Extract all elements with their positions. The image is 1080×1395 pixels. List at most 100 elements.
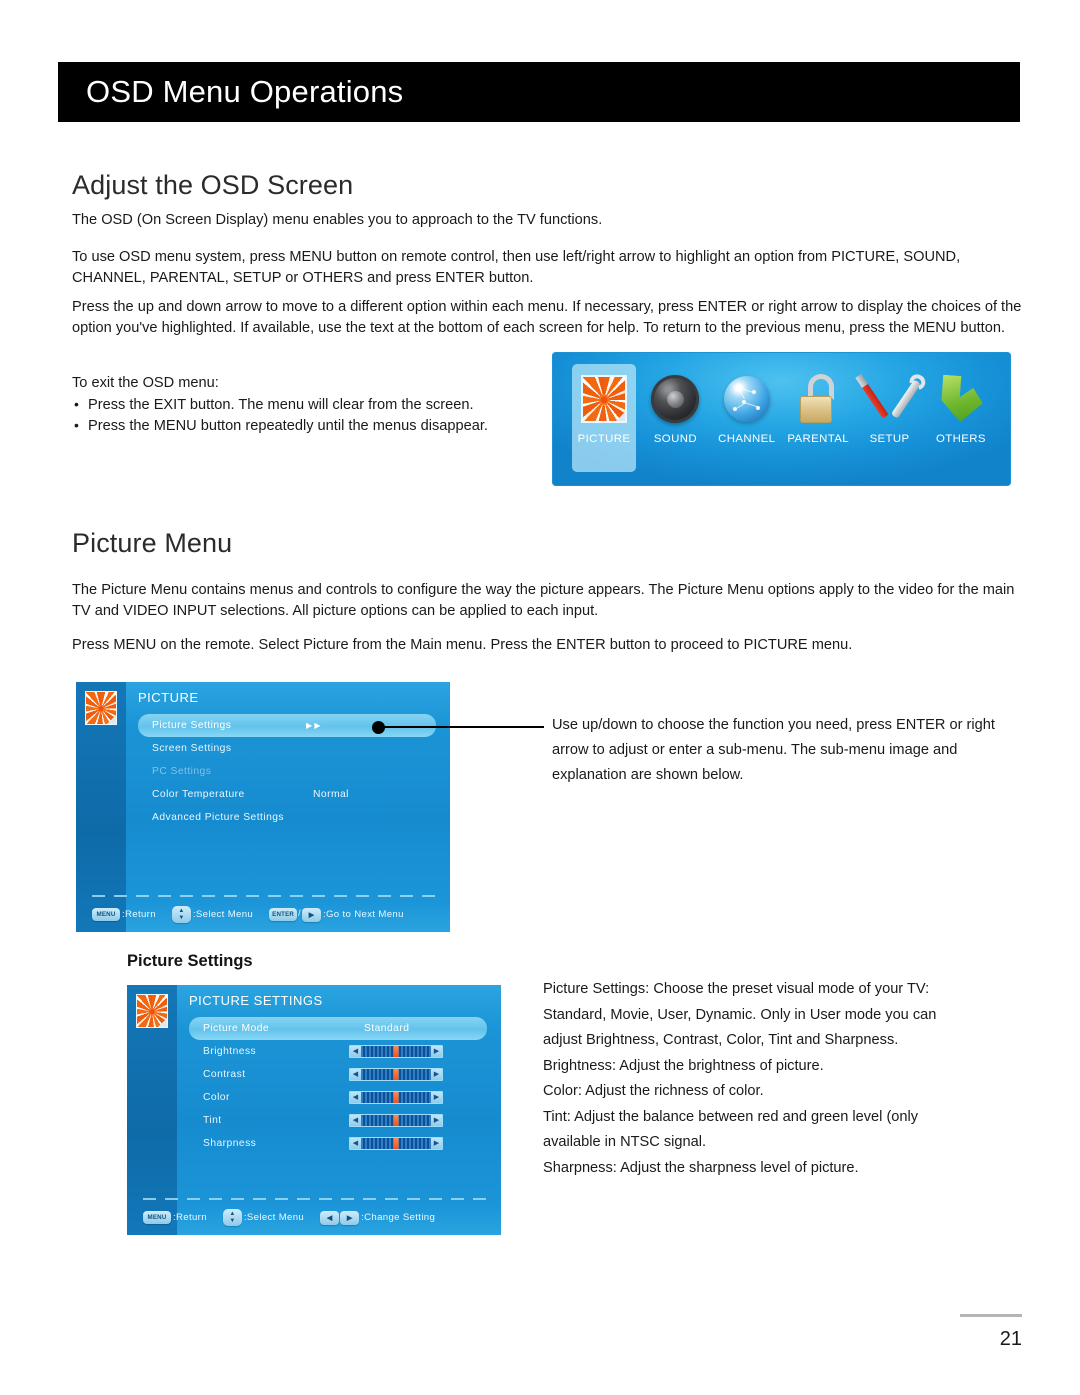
hint-text: :Select Menu <box>243 1212 305 1223</box>
slider-knob[interactable] <box>393 1138 399 1149</box>
main-menu-label: OTHERS <box>936 433 986 445</box>
main-menu-screenshot: PICTURE SOUND CHANNEL PARENTAL SETUP OTH… <box>552 352 1011 486</box>
footer-divider <box>960 1314 1022 1317</box>
slider-left-arrow-icon[interactable]: ◀ <box>350 1115 361 1126</box>
main-menu-item-channel[interactable]: CHANNEL <box>713 364 781 445</box>
osd-row-label: Brightness <box>203 1046 257 1057</box>
osd-row-value: Normal <box>313 789 349 800</box>
paragraph-picture-menu-description: The Picture Menu contains menus and cont… <box>72 582 1015 619</box>
brightness-slider[interactable]: ◀ ▶ <box>349 1045 443 1058</box>
picture-settings-osd-screenshot: PICTURE SETTINGS Picture Mode Standard B… <box>127 985 501 1235</box>
slider-track[interactable] <box>361 1115 431 1126</box>
hint-select-menu: ▲ ▼ :Select Menu <box>171 906 254 923</box>
main-menu-item-parental[interactable]: PARENTAL <box>784 364 852 445</box>
green-arrow-icon <box>935 370 987 428</box>
description-line: Color: Adjust the richness of color. <box>543 1083 764 1099</box>
main-menu-item-others[interactable]: OTHERS <box>927 364 995 445</box>
osd-title: PICTURE SETTINGS <box>189 993 323 1008</box>
osd-row-label: Color <box>203 1092 230 1103</box>
list-item: Press the EXIT button. The menu will cle… <box>72 394 592 416</box>
heading-adjust-the-osd-screen: Adjust the OSD Screen <box>72 170 354 200</box>
hint-text: :Select Menu <box>192 909 254 920</box>
right-arrow-key-icon: ▶ <box>340 1210 360 1225</box>
slider-left-arrow-icon[interactable]: ◀ <box>350 1138 361 1149</box>
osd-row-label: Picture Mode <box>203 1023 270 1034</box>
sharpness-slider[interactable]: ◀ ▶ <box>349 1137 443 1150</box>
left-arrow-key-icon: ◀ <box>320 1210 340 1225</box>
paragraph-osd-navigation: Press the up and down arrow to move to a… <box>72 299 1022 336</box>
slider-left-arrow-icon[interactable]: ◀ <box>350 1069 361 1080</box>
osd-row-picture-mode[interactable]: Picture Mode Standard <box>189 1017 487 1040</box>
osd-row-label: Advanced Picture Settings <box>152 812 285 823</box>
osd-row-color-temperature[interactable]: Color Temperature Normal <box>138 783 436 806</box>
description-line: available in NTSC signal. <box>543 1134 707 1150</box>
page-title: OSD Menu Operations <box>86 74 404 109</box>
chevron-right-icon: ▶ ▶ <box>306 721 321 730</box>
osd-row-label: Screen Settings <box>152 743 232 754</box>
callout-picture-menu-usage: Use up/down to choose the function you n… <box>552 717 995 783</box>
slider-right-arrow-icon[interactable]: ▶ <box>431 1092 442 1103</box>
osd-row-label: Color Temperature <box>152 789 245 800</box>
slider-knob[interactable] <box>393 1115 399 1126</box>
osd-row-screen-settings[interactable]: Screen Settings <box>138 737 436 760</box>
enter-and-right-arrow-key-icon: ENTER / ▶ <box>269 907 321 922</box>
wrench-screwdriver-icon <box>859 370 921 428</box>
slider-left-arrow-icon[interactable]: ◀ <box>350 1092 361 1103</box>
heading-picture-settings: Picture Settings <box>127 952 253 970</box>
paragraph-osd-intro: The OSD (On Screen Display) menu enables… <box>72 212 603 228</box>
paragraph-osd-usage: To use OSD menu system, press MENU butto… <box>72 249 961 286</box>
osd-row-brightness[interactable]: Brightness ◀ ▶ <box>189 1040 487 1063</box>
color-slider[interactable]: ◀ ▶ <box>349 1091 443 1104</box>
slider-right-arrow-icon[interactable]: ▶ <box>431 1069 442 1080</box>
menu-key-icon: MENU <box>92 908 120 921</box>
slider-right-arrow-icon[interactable]: ▶ <box>431 1138 442 1149</box>
slider-right-arrow-icon[interactable]: ▶ <box>431 1115 442 1126</box>
description-line: Picture Settings: Choose the preset visu… <box>543 981 930 997</box>
menu-key-icon: MENU <box>143 1211 171 1224</box>
slider-track[interactable] <box>361 1092 431 1103</box>
main-menu-label: CHANNEL <box>718 433 776 445</box>
paragraph-exit-intro: To exit the OSD menu: <box>72 375 219 391</box>
picture-menu-osd-screenshot: PICTURE Picture Settings ▶ ▶ Screen Sett… <box>76 682 450 932</box>
main-menu-item-sound[interactable]: SOUND <box>641 364 709 445</box>
main-menu-item-picture[interactable]: PICTURE <box>570 364 638 472</box>
page-number: 21 <box>999 1328 1022 1350</box>
description-line: Brightness: Adjust the brightness of pic… <box>543 1057 824 1074</box>
osd-title: PICTURE <box>138 690 199 705</box>
osd-row-advanced-picture-settings[interactable]: Advanced Picture Settings <box>138 806 436 829</box>
osd-menu-rows: Picture Settings ▶ ▶ Screen Settings PC … <box>138 714 436 829</box>
picture-settings-description: Picture Settings: Choose the preset visu… <box>543 977 1013 1181</box>
description-line: Standard, Movie, User, Dynamic. Only in … <box>543 1006 937 1023</box>
slider-knob[interactable] <box>393 1092 399 1103</box>
description-line: Sharpness: Adjust the sharpness level of… <box>543 1159 859 1176</box>
osd-row-sharpness[interactable]: Sharpness ◀ ▶ <box>189 1132 487 1155</box>
osd-row-color[interactable]: Color ◀ ▶ <box>189 1086 487 1109</box>
slider-knob[interactable] <box>393 1046 399 1057</box>
hint-go-to-next-menu: ENTER / ▶ :Go to Next Menu <box>269 907 404 922</box>
hint-change-setting: ◀ ▶ :Change Setting <box>320 1210 436 1225</box>
slider-right-arrow-icon[interactable]: ▶ <box>431 1046 442 1057</box>
osd-row-contrast[interactable]: Contrast ◀ ▶ <box>189 1063 487 1086</box>
padlock-icon <box>792 370 844 428</box>
slider-track[interactable] <box>361 1138 431 1149</box>
slider-track[interactable] <box>361 1046 431 1057</box>
dashed-divider <box>92 895 436 897</box>
osd-row-tint[interactable]: Tint ◀ ▶ <box>189 1109 487 1132</box>
slider-knob[interactable] <box>393 1069 399 1080</box>
enter-key-icon: ENTER <box>269 907 298 921</box>
speaker-icon <box>649 370 701 428</box>
hint-text: :Return <box>122 909 156 920</box>
osd-row-label: Sharpness <box>203 1138 257 1149</box>
hint-select-menu: ▲ ▼ :Select Menu <box>222 1209 305 1226</box>
flower-picture-icon <box>578 370 630 428</box>
slider-track[interactable] <box>361 1069 431 1080</box>
hint-text: :Change Setting <box>361 1212 436 1223</box>
tint-slider[interactable]: ◀ ▶ <box>349 1114 443 1127</box>
contrast-slider[interactable]: ◀ ▶ <box>349 1068 443 1081</box>
list-item: Press the MENU button repeatedly until t… <box>72 415 592 437</box>
osd-row-label: Tint <box>203 1115 222 1126</box>
leader-line <box>378 726 544 728</box>
main-menu-item-setup[interactable]: SETUP <box>856 364 924 445</box>
slider-left-arrow-icon[interactable]: ◀ <box>350 1046 361 1057</box>
exit-osd-bullet-list: Press the EXIT button. The menu will cle… <box>72 394 592 437</box>
